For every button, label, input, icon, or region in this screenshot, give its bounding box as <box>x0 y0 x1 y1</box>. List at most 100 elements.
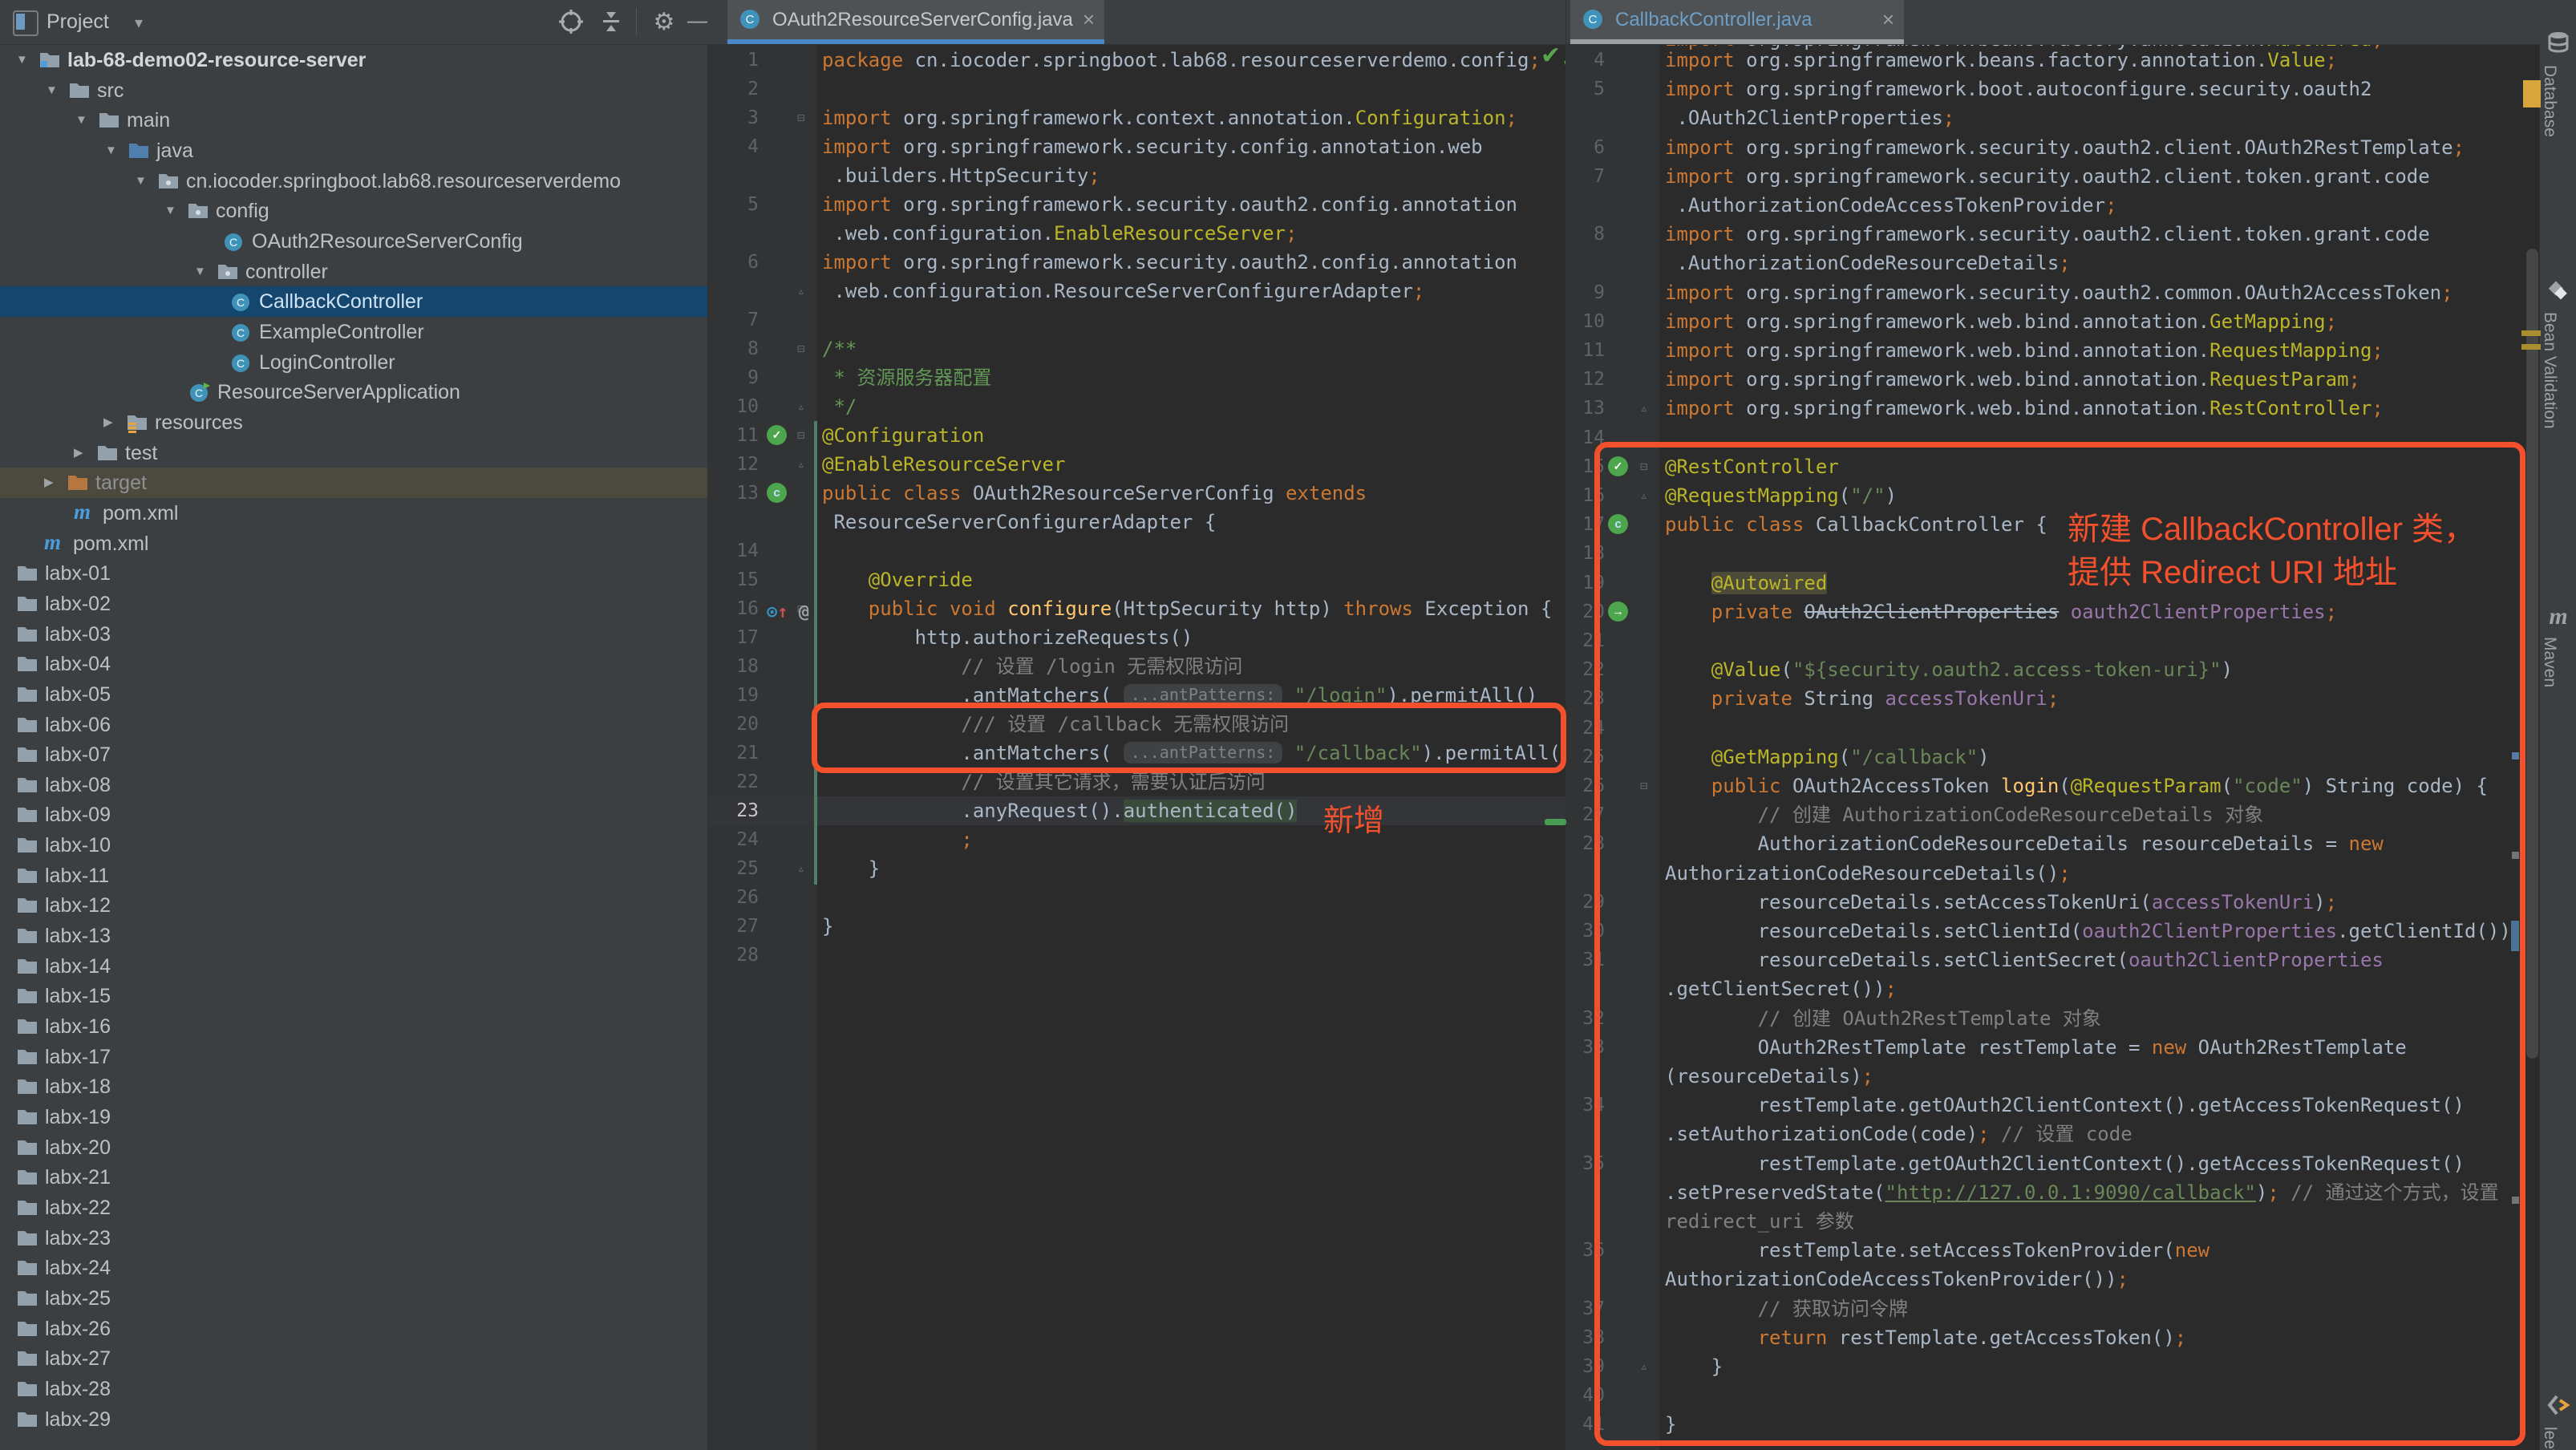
tree-item-labx-24[interactable]: labx-24 <box>0 1253 707 1283</box>
code-line[interactable]: import org.springframework.security.oaut… <box>822 190 1517 219</box>
tree-item-main[interactable]: ▼ main <box>0 105 707 136</box>
tree-item-examplecontroller[interactable]: C ExampleController <box>0 317 707 347</box>
code-line[interactable]: .AuthorizationCodeResourceDetails; <box>1665 249 2070 277</box>
tool-window-button-bean-validation[interactable]: Bean Validation <box>2540 279 2576 429</box>
code-line[interactable]: @Autowired <box>1665 569 1828 597</box>
scrollbar-thumb[interactable] <box>2526 249 2538 1059</box>
code-line[interactable]: ; <box>822 825 972 854</box>
code-line[interactable]: AuthorizationCodeResourceDetails resourc… <box>1665 829 2384 858</box>
code-line[interactable]: resourceDetails.setAccessTokenUri(access… <box>1665 888 2337 917</box>
code-line[interactable]: import org.springframework.beans.factory… <box>1665 46 2337 75</box>
code-line[interactable]: import org.springframework.context.annot… <box>822 103 1517 132</box>
tree-item-labx-22[interactable]: labx-22 <box>0 1193 707 1223</box>
fold-end-icon[interactable]: ▵ <box>797 392 805 421</box>
code-line[interactable]: resourceDetails.setClientId(oauth2Client… <box>1665 917 2523 946</box>
tree-expand-arrow-open[interactable]: ▼ <box>46 75 65 106</box>
code-line[interactable]: .antMatchers( ...antPatterns: "/login").… <box>822 681 1537 710</box>
tree-item-labx-08[interactable]: labx-08 <box>0 770 707 800</box>
code-line[interactable]: // 获取访问令牌 <box>1665 1294 1908 1323</box>
code-line[interactable]: .AuthorizationCodeAccessTokenProvider; <box>1665 191 2116 220</box>
close-icon[interactable]: × <box>1882 7 1894 32</box>
tree-item-resourceserverapplication[interactable]: C ResourceServerApplication <box>0 377 707 407</box>
tree-item-labx-19[interactable]: labx-19 <box>0 1102 707 1132</box>
tree-expand-arrow-closed[interactable]: ▶ <box>103 407 123 438</box>
tree-item-labx-28[interactable]: labx-28 <box>0 1374 707 1404</box>
code-line[interactable]: @RestController <box>1665 452 1839 481</box>
tree-item-labx-27[interactable]: labx-27 <box>0 1343 707 1374</box>
code-line[interactable]: public OAuth2AccessToken login(@RequestP… <box>1665 772 2488 800</box>
fold-end-icon[interactable]: ▵ <box>1640 481 1648 510</box>
code-line[interactable]: .OAuth2ClientProperties; <box>1665 103 1954 132</box>
code-line[interactable]: } <box>822 854 880 883</box>
tree-item-callbackcontroller[interactable]: C CallbackController <box>0 286 707 317</box>
code-line[interactable]: import org.springframework.security.oaut… <box>1665 162 2430 191</box>
code-line[interactable]: /// 设置 /callback 无需权限访问 <box>822 710 1289 739</box>
tree-item-oauth2resourceserverconfig[interactable]: C OAuth2ResourceServerConfig <box>0 226 707 257</box>
code-line[interactable]: // 创建 OAuth2RestTemplate 对象 <box>1665 1004 2101 1033</box>
tree-item-pom-xml[interactable]: m pom.xml <box>0 529 707 559</box>
tool-window-button-maven[interactable]: m Maven <box>2540 603 2576 687</box>
tree-expand-arrow-open[interactable]: ▼ <box>164 196 184 226</box>
tree-item-resources[interactable]: ▶ resources <box>0 407 707 438</box>
code-line[interactable]: .setAuthorizationCode(code); // 设置 code <box>1665 1120 2132 1148</box>
code-line[interactable]: .anyRequest().authenticated() <box>822 796 1298 825</box>
tree-item-lab-68-demo02-resource-server[interactable]: ▼ lab-68-demo02-resource-server <box>0 45 707 75</box>
fold-collapse-icon[interactable]: ⊟ <box>797 334 805 363</box>
tree-item-labx-07[interactable]: labx-07 <box>0 739 707 770</box>
fold-end-icon[interactable]: ▵ <box>797 450 805 479</box>
code-line[interactable]: .antMatchers( ...antPatterns: "/callback… <box>822 739 1565 768</box>
fold-collapse-icon[interactable]: ⊟ <box>797 103 805 132</box>
tree-item-labx-04[interactable]: labx-04 <box>0 649 707 679</box>
tree-item-labx-03[interactable]: labx-03 <box>0 619 707 650</box>
tree-item-controller[interactable]: ▼ controller <box>0 257 707 287</box>
stripe-warning-block[interactable] <box>2523 80 2541 107</box>
code-line[interactable]: */ <box>822 392 857 421</box>
fold-collapse-icon[interactable]: ⊟ <box>1640 452 1648 481</box>
code-line[interactable]: private OAuth2ClientProperties oauth2Cli… <box>1665 597 2337 626</box>
code-line[interactable]: /** <box>822 334 857 363</box>
tool-window-button-database[interactable]: Database <box>2540 30 2576 137</box>
hide-panel-icon[interactable]: — <box>683 8 707 37</box>
close-icon[interactable]: × <box>1083 7 1095 32</box>
tree-item-config[interactable]: ▼ config <box>0 196 707 226</box>
code-line[interactable]: restTemplate.getOAuth2ClientContext().ge… <box>1665 1091 2465 1120</box>
code-line[interactable]: ResourceServerConfigurerAdapter { <box>822 508 1216 537</box>
tree-expand-arrow-open[interactable]: ▼ <box>105 136 124 166</box>
tree-item-labx-13[interactable]: labx-13 <box>0 921 707 951</box>
tree-item-labx-09[interactable]: labx-09 <box>0 800 707 830</box>
code-line[interactable]: @GetMapping("/callback") <box>1665 743 1990 772</box>
code-line[interactable]: import org.springframework.security.conf… <box>822 132 1483 161</box>
tree-item-labx-16[interactable]: labx-16 <box>0 1011 707 1042</box>
stripe-warning-tick[interactable] <box>2521 330 2541 336</box>
code-line[interactable]: // 设置 /login 无需权限访问 <box>822 652 1242 681</box>
tree-item-labx-23[interactable]: labx-23 <box>0 1223 707 1254</box>
stripe-mark[interactable] <box>2512 852 2519 859</box>
gear-icon[interactable]: ⚙ <box>650 8 678 37</box>
tool-window-button-leetcode[interactable]: leetcode <box>2540 1394 2576 1450</box>
tree-item-labx-21[interactable]: labx-21 <box>0 1162 707 1193</box>
code-line[interactable]: @RequestMapping("/") <box>1665 481 1897 510</box>
tree-item-labx-18[interactable]: labx-18 <box>0 1071 707 1102</box>
tree-item-target[interactable]: ▶ target <box>0 468 707 498</box>
tree-item-src[interactable]: ▼ src <box>0 75 707 106</box>
tree-expand-arrow-open[interactable]: ▼ <box>135 166 154 196</box>
code-line[interactable]: // 创建 AuthorizationCodeResourceDetails 对… <box>1665 800 2264 829</box>
code-line[interactable]: .web.configuration.ResourceServerConfigu… <box>822 277 1424 306</box>
code-line[interactable]: .getClientSecret()); <box>1665 974 1897 1003</box>
tree-expand-arrow-open[interactable]: ▼ <box>75 105 95 136</box>
code-line[interactable]: } <box>1665 1410 1676 1439</box>
code-line[interactable]: @Configuration <box>822 421 984 450</box>
stripe-mark[interactable] <box>2512 1197 2519 1204</box>
tree-item-labx-29[interactable]: labx-29 <box>0 1404 707 1435</box>
tree-item-cn-iocoder-springboot-lab68-resourceserverdemo[interactable]: ▼ cn.iocoder.springboot.lab68.resourceser… <box>0 166 707 196</box>
tree-item-labx-05[interactable]: labx-05 <box>0 679 707 710</box>
code-line[interactable]: * 资源服务器配置 <box>822 363 991 392</box>
code-line[interactable]: return restTemplate.getAccessToken(); <box>1665 1323 2187 1352</box>
locate-file-icon[interactable] <box>557 8 585 37</box>
tree-expand-arrow-closed[interactable]: ▶ <box>44 468 63 498</box>
tree-item-logincontroller[interactable]: C LoginController <box>0 347 707 378</box>
tree-item-labx-01[interactable]: labx-01 <box>0 558 707 589</box>
code-line[interactable]: .builders.HttpSecurity; <box>822 161 1100 190</box>
code-line[interactable]: .web.configuration.EnableResourceServer; <box>822 219 1297 248</box>
code-line[interactable]: AuthorizationCodeResourceDetails(); <box>1665 859 2071 888</box>
